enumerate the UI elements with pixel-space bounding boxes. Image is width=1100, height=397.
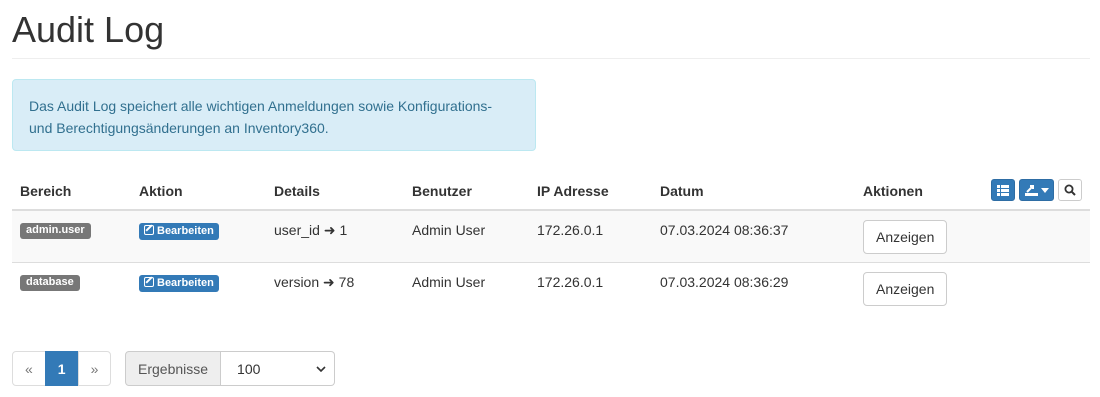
action-label: Bearbeiten xyxy=(139,223,219,240)
table-row: admin.user Bearbeiten user_id ➜ 1 Admin … xyxy=(12,209,1090,263)
header-aktion[interactable]: Aktion xyxy=(131,170,266,211)
area-label: admin.user xyxy=(20,223,91,239)
cell-details: version ➜ 78 xyxy=(266,262,404,314)
search-icon xyxy=(1064,184,1076,196)
results-per-page: Ergebnisse 100 xyxy=(125,351,336,386)
cell-ip: 172.26.0.1 xyxy=(529,262,652,314)
list-view-icon xyxy=(997,184,1009,196)
cell-action: Bearbeiten xyxy=(131,209,266,263)
action-label: Bearbeiten xyxy=(139,275,219,292)
header-details[interactable]: Details xyxy=(266,170,404,211)
table-header-row: Bereich Aktion Details Benutzer IP Adres… xyxy=(12,170,1090,211)
detail-value: 78 xyxy=(338,274,355,290)
table-toolbar xyxy=(991,179,1082,201)
cell-area: admin.user xyxy=(12,209,131,263)
header-ip-adresse[interactable]: IP Adresse xyxy=(529,170,652,211)
list-view-button[interactable] xyxy=(991,179,1015,201)
cell-details: user_id ➜ 1 xyxy=(266,209,404,263)
cell-user: Admin User xyxy=(404,209,529,263)
results-label: Ergebnisse xyxy=(125,351,222,386)
cell-actions: Anzeigen xyxy=(855,209,1090,263)
pagination-next[interactable]: » xyxy=(77,351,112,386)
table-row: database Bearbeiten version ➜ 78 Admin U… xyxy=(12,262,1090,314)
page-title: Audit Log xyxy=(12,9,165,50)
export-icon xyxy=(1024,184,1038,196)
edit-icon xyxy=(144,225,154,235)
arrow-right-icon: ➜ xyxy=(323,275,335,291)
cell-date: 07.03.2024 08:36:37 xyxy=(652,209,855,263)
cell-action: Bearbeiten xyxy=(131,262,266,314)
chevron-down-icon xyxy=(316,365,326,372)
header-benutzer[interactable]: Benutzer xyxy=(404,170,529,211)
action-label-text: Bearbeiten xyxy=(157,225,214,237)
header-datum[interactable]: Datum xyxy=(652,170,855,211)
detail-value: 1 xyxy=(339,222,348,238)
results-select[interactable]: 100 xyxy=(221,351,336,386)
detail-key: version xyxy=(274,274,320,290)
pagination: « 1 » xyxy=(12,351,112,386)
cell-area: database xyxy=(12,262,131,314)
cell-user: Admin User xyxy=(404,262,529,314)
export-dropdown-button[interactable] xyxy=(1019,179,1054,201)
header-bereich[interactable]: Bereich xyxy=(12,170,131,211)
action-label-text: Bearbeiten xyxy=(157,277,214,289)
title-divider xyxy=(12,58,1090,59)
detail-key: user_id xyxy=(274,222,320,238)
search-button[interactable] xyxy=(1058,179,1082,201)
arrow-right-icon: ➜ xyxy=(323,223,336,239)
caret-down-icon xyxy=(1040,187,1049,193)
pagination-prev[interactable]: « xyxy=(12,351,46,386)
audit-table-container: Bereich Aktion Details Benutzer IP Adres… xyxy=(12,170,1090,314)
area-label: database xyxy=(20,275,80,291)
info-alert: Das Audit Log speichert alle wichtigen A… xyxy=(12,79,536,151)
show-button[interactable]: Anzeigen xyxy=(863,272,948,306)
cell-actions: Anzeigen xyxy=(855,262,1090,314)
cell-date: 07.03.2024 08:36:29 xyxy=(652,262,855,314)
pagination-page-1[interactable]: 1 xyxy=(44,351,79,386)
show-button[interactable]: Anzeigen xyxy=(863,220,948,254)
audit-table: Bereich Aktion Details Benutzer IP Adres… xyxy=(12,170,1090,314)
cell-ip: 172.26.0.1 xyxy=(529,209,652,263)
edit-icon xyxy=(144,277,154,287)
results-select-value: 100 xyxy=(237,360,261,377)
